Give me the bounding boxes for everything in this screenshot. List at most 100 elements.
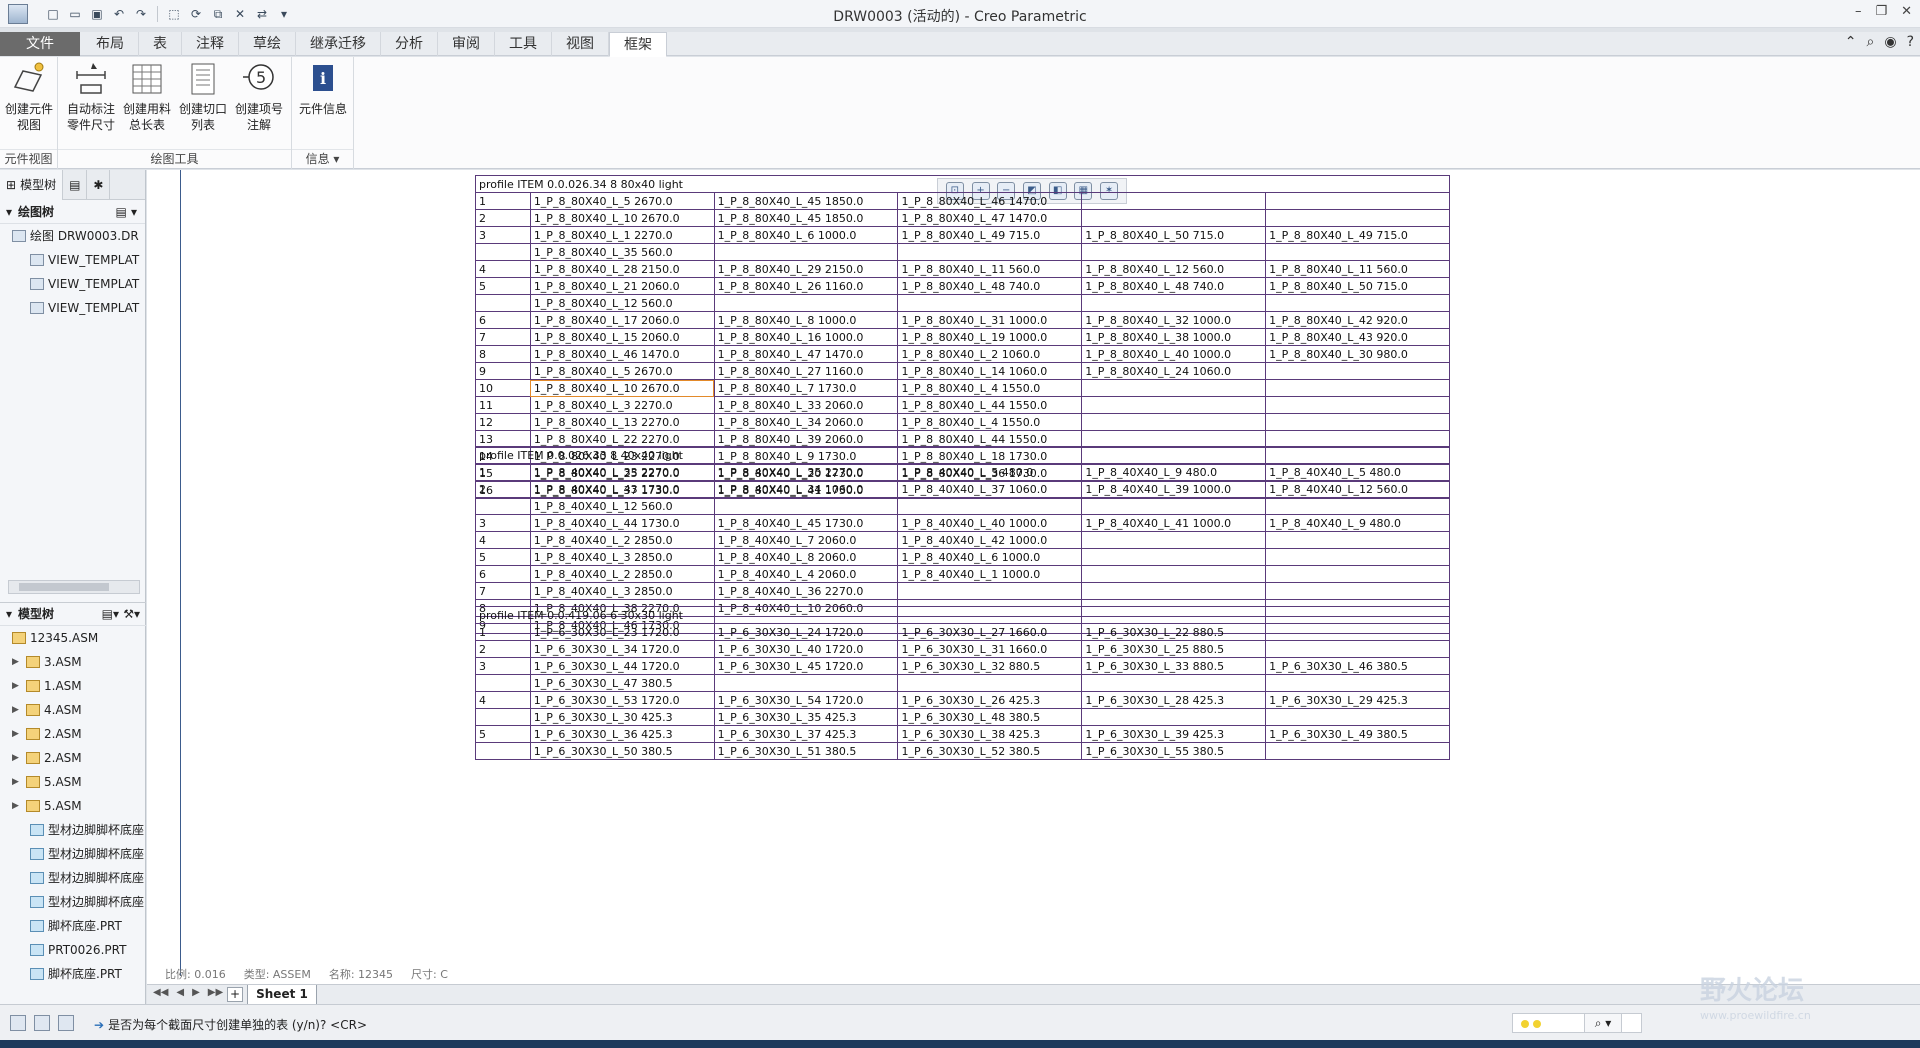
table-cell[interactable]: 1_P_8_40X40_L_2 2850.0 bbox=[529, 565, 715, 583]
scroll-thumb[interactable] bbox=[19, 583, 109, 591]
table-cell[interactable]: 1_P_8_40X40_L_8 2060.0 bbox=[713, 548, 899, 566]
table-cell[interactable] bbox=[1081, 192, 1267, 210]
expand-icon[interactable]: ▶ bbox=[12, 650, 22, 674]
table-cell[interactable]: 1_P_8_80X40_L_3 2270.0 bbox=[529, 396, 715, 414]
browser-toggle-icon[interactable] bbox=[34, 1015, 50, 1031]
table-cell[interactable]: 1_P_6_30X30_L_40 1720.0 bbox=[713, 640, 899, 658]
table-cell[interactable]: 1_P_6_30X30_L_28 425.3 bbox=[1081, 691, 1267, 709]
expand-icon[interactable]: ▶ bbox=[12, 722, 22, 746]
tree-item-model[interactable]: ▶ 5.ASM bbox=[0, 794, 146, 818]
collapse-icon[interactable]: ▾ bbox=[6, 602, 12, 626]
table-cell[interactable]: 1_P_8_80X40_L_28 2150.0 bbox=[529, 260, 715, 278]
prev-sheet-icon[interactable]: ◀ bbox=[176, 987, 184, 998]
tree-item-model[interactable]: ▶ 5.ASM bbox=[0, 770, 146, 794]
table-cell[interactable] bbox=[897, 294, 1083, 312]
table-cell[interactable]: 1_P_6_30X30_L_25 880.5 bbox=[1081, 640, 1267, 658]
table-cell[interactable]: 1_P_6_30X30_L_50 380.5 bbox=[529, 742, 715, 760]
table-cell[interactable]: 1_P_8_80X40_L_34 2060.0 bbox=[713, 413, 899, 431]
table-cell[interactable]: 1_P_6_30X30_L_29 425.3 bbox=[1265, 691, 1450, 709]
navigator-toggle-icon[interactable] bbox=[10, 1015, 26, 1031]
add-sheet-button[interactable]: + bbox=[227, 987, 243, 1002]
row-number-cell[interactable]: 12 bbox=[475, 413, 531, 431]
table-cell[interactable] bbox=[1265, 362, 1450, 380]
table-cell[interactable] bbox=[1081, 379, 1267, 397]
table-cell[interactable] bbox=[1265, 565, 1450, 583]
table-cell[interactable]: 1_P_8_80X40_L_35 560.0 bbox=[529, 243, 715, 261]
table-cell[interactable]: 1_P_8_80X40_L_46 1470.0 bbox=[897, 192, 1083, 210]
create-component-view-button[interactable]: 创建元件 视图 bbox=[2, 61, 56, 133]
table-cell[interactable] bbox=[1265, 209, 1450, 227]
horizontal-scrollbar[interactable] bbox=[8, 580, 140, 594]
table-cell[interactable]: 1_P_8_40X40_L_3 2850.0 bbox=[529, 548, 715, 566]
tree-item-view[interactable]: VIEW_TEMPLAT bbox=[0, 248, 145, 272]
table-cell[interactable]: 1_P_6_30X30_L_44 1720.0 bbox=[529, 657, 715, 675]
drawing-canvas[interactable]: ⊡ + − ◩ ◧ ▦ ✶ profile ITEM 0.0.026.34 8 … bbox=[147, 170, 1920, 984]
minimize-icon[interactable]: – bbox=[1855, 4, 1862, 19]
table-cell[interactable] bbox=[713, 674, 899, 692]
tab-tools[interactable]: 工具 bbox=[495, 32, 552, 56]
table-cell[interactable]: 1_P_8_40X40_L_5 480.0 bbox=[1265, 463, 1450, 481]
table-cell[interactable] bbox=[713, 294, 899, 312]
row-number-cell[interactable]: 8 bbox=[475, 345, 531, 363]
table-cell[interactable]: 1_P_8_80X40_L_48 740.0 bbox=[1081, 277, 1267, 295]
table-cell[interactable]: 1_P_6_30X30_L_53 1720.0 bbox=[529, 691, 715, 709]
tree-item-model[interactable]: 型材边脚脚杯底座 bbox=[0, 818, 146, 842]
row-number-cell[interactable]: 3 bbox=[475, 226, 531, 244]
table-cell[interactable]: 1_P_8_80X40_L_15 2060.0 bbox=[529, 328, 715, 346]
tab-favorites[interactable]: ✱ bbox=[87, 170, 111, 200]
expand-icon[interactable]: ▶ bbox=[12, 674, 22, 698]
table-cell[interactable]: 1_P_8_40X40_L_12 560.0 bbox=[529, 497, 715, 515]
create-item-balloon-button[interactable]: 5 创建项号 注解 bbox=[232, 61, 286, 133]
table-cell[interactable]: 1_P_8_80X40_L_44 1550.0 bbox=[897, 430, 1083, 448]
row-number-cell[interactable]: 5 bbox=[475, 548, 531, 566]
row-number-cell[interactable]: 5 bbox=[475, 725, 531, 743]
tree-item-model[interactable]: 脚杯底座.PRT bbox=[0, 962, 146, 986]
auto-dimension-button[interactable]: 自动标注 零件尺寸 bbox=[64, 61, 118, 133]
tab-sketch[interactable]: 草绘 bbox=[239, 32, 296, 56]
table-cell[interactable]: 1_P_8_80X40_L_42 920.0 bbox=[1265, 311, 1450, 329]
table-title[interactable]: profile ITEM 0.0.026.33 8 40x40 light bbox=[475, 446, 1450, 464]
table-cell[interactable] bbox=[1265, 379, 1450, 397]
tree-item-model[interactable]: 型材边脚脚杯底座 bbox=[0, 890, 146, 914]
tab-folder-browser[interactable]: ▤ bbox=[63, 170, 88, 200]
table-cell[interactable]: 1_P_8_80X40_L_17 2060.0 bbox=[529, 311, 715, 329]
sheet-tab[interactable]: Sheet 1 bbox=[247, 985, 317, 1005]
table-cell[interactable] bbox=[1081, 209, 1267, 227]
table-cell[interactable]: 1_P_6_30X30_L_30 425.3 bbox=[529, 708, 715, 726]
model-tree-header[interactable]: ▾ 模型树 ▤▾ ⚒▾ bbox=[0, 602, 146, 626]
tree-item-model[interactable]: ▶ 2.ASM bbox=[0, 746, 146, 770]
table-cell[interactable]: 1_P_8_80X40_L_40 1000.0 bbox=[1081, 345, 1267, 363]
table-cell[interactable] bbox=[1265, 294, 1450, 312]
table-cell[interactable] bbox=[897, 243, 1083, 261]
table-cell[interactable]: 1_P_8_80X40_L_45 1850.0 bbox=[713, 192, 899, 210]
table-cell[interactable]: 1_P_8_80X40_L_1 2270.0 bbox=[529, 226, 715, 244]
table-cell[interactable] bbox=[1081, 548, 1267, 566]
table-cell[interactable] bbox=[1081, 674, 1267, 692]
table-cell[interactable] bbox=[1081, 396, 1267, 414]
table-cell[interactable] bbox=[713, 243, 899, 261]
table-cell[interactable]: 1_P_6_30X30_L_47 380.5 bbox=[529, 674, 715, 692]
table-cell[interactable]: 1_P_8_40X40_L_44 1730.0 bbox=[529, 514, 715, 532]
search-icon[interactable]: ⌕ bbox=[1867, 34, 1875, 50]
table-cell[interactable]: 1_P_6_30X30_L_54 1720.0 bbox=[713, 691, 899, 709]
table-cell[interactable]: 1_P_8_80X40_L_10 2670.0 bbox=[529, 379, 715, 397]
table-cell[interactable] bbox=[897, 582, 1083, 600]
row-number-cell[interactable] bbox=[475, 742, 531, 760]
table-cell[interactable]: 1_P_8_80X40_L_47 1470.0 bbox=[713, 345, 899, 363]
row-number-cell[interactable] bbox=[475, 243, 531, 261]
row-number-cell[interactable]: 2 bbox=[475, 640, 531, 658]
table-cell[interactable]: 1_P_8_80X40_L_31 1000.0 bbox=[897, 311, 1083, 329]
table-cell[interactable] bbox=[1265, 708, 1450, 726]
table-cell[interactable]: 1_P_6_30X30_L_52 380.5 bbox=[897, 742, 1083, 760]
tab-analysis[interactable]: 分析 bbox=[381, 32, 438, 56]
table-cell[interactable]: 1_P_6_30X30_L_23 1720.0 bbox=[529, 623, 715, 641]
table-cell[interactable]: 1_P_8_80X40_L_11 560.0 bbox=[1265, 260, 1450, 278]
tree-item-model[interactable]: PRT0026.PRT bbox=[0, 938, 146, 962]
expand-icon[interactable]: ▶ bbox=[12, 746, 22, 770]
table-cell[interactable]: 1_P_6_30X30_L_38 425.3 bbox=[897, 725, 1083, 743]
table-cell[interactable]: 1_P_6_30X30_L_45 1720.0 bbox=[713, 657, 899, 675]
tree-item-model[interactable]: ▶ 3.ASM bbox=[0, 650, 146, 674]
table-cell[interactable]: 1_P_8_80X40_L_43 920.0 bbox=[1265, 328, 1450, 346]
row-number-cell[interactable]: 4 bbox=[475, 531, 531, 549]
table-cell[interactable]: 1_P_6_30X30_L_51 380.5 bbox=[713, 742, 899, 760]
